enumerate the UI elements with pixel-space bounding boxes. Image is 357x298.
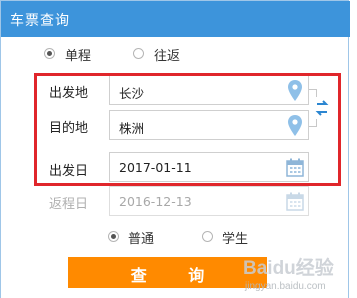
round-trip-label[interactable]: 往返: [154, 45, 180, 64]
watermark-url: jingyan.baidu.com: [245, 281, 326, 292]
watermark-logo: Baidu经验: [243, 258, 334, 279]
single-trip-label[interactable]: 单程: [65, 45, 91, 64]
return-date-input[interactable]: 2016-12-13: [109, 186, 309, 216]
normal-ticket-radio[interactable]: [108, 231, 119, 242]
normal-ticket-label[interactable]: 普通: [128, 228, 154, 247]
calendar-icon[interactable]: [286, 192, 304, 211]
student-ticket-radio[interactable]: [202, 231, 213, 242]
student-ticket-label[interactable]: 学生: [222, 228, 248, 247]
query-button-label: 查 询: [130, 266, 223, 285]
return-date-value: 2016-12-13: [119, 194, 192, 209]
single-trip-radio[interactable]: [44, 48, 55, 59]
panel-title: 车票查询: [10, 13, 70, 29]
panel-header: 车票查询: [1, 1, 350, 37]
round-trip-radio[interactable]: [133, 48, 144, 59]
highlight-box: [34, 73, 341, 186]
query-button[interactable]: 查 询: [68, 257, 267, 288]
return-label: 返程日: [49, 197, 89, 212]
